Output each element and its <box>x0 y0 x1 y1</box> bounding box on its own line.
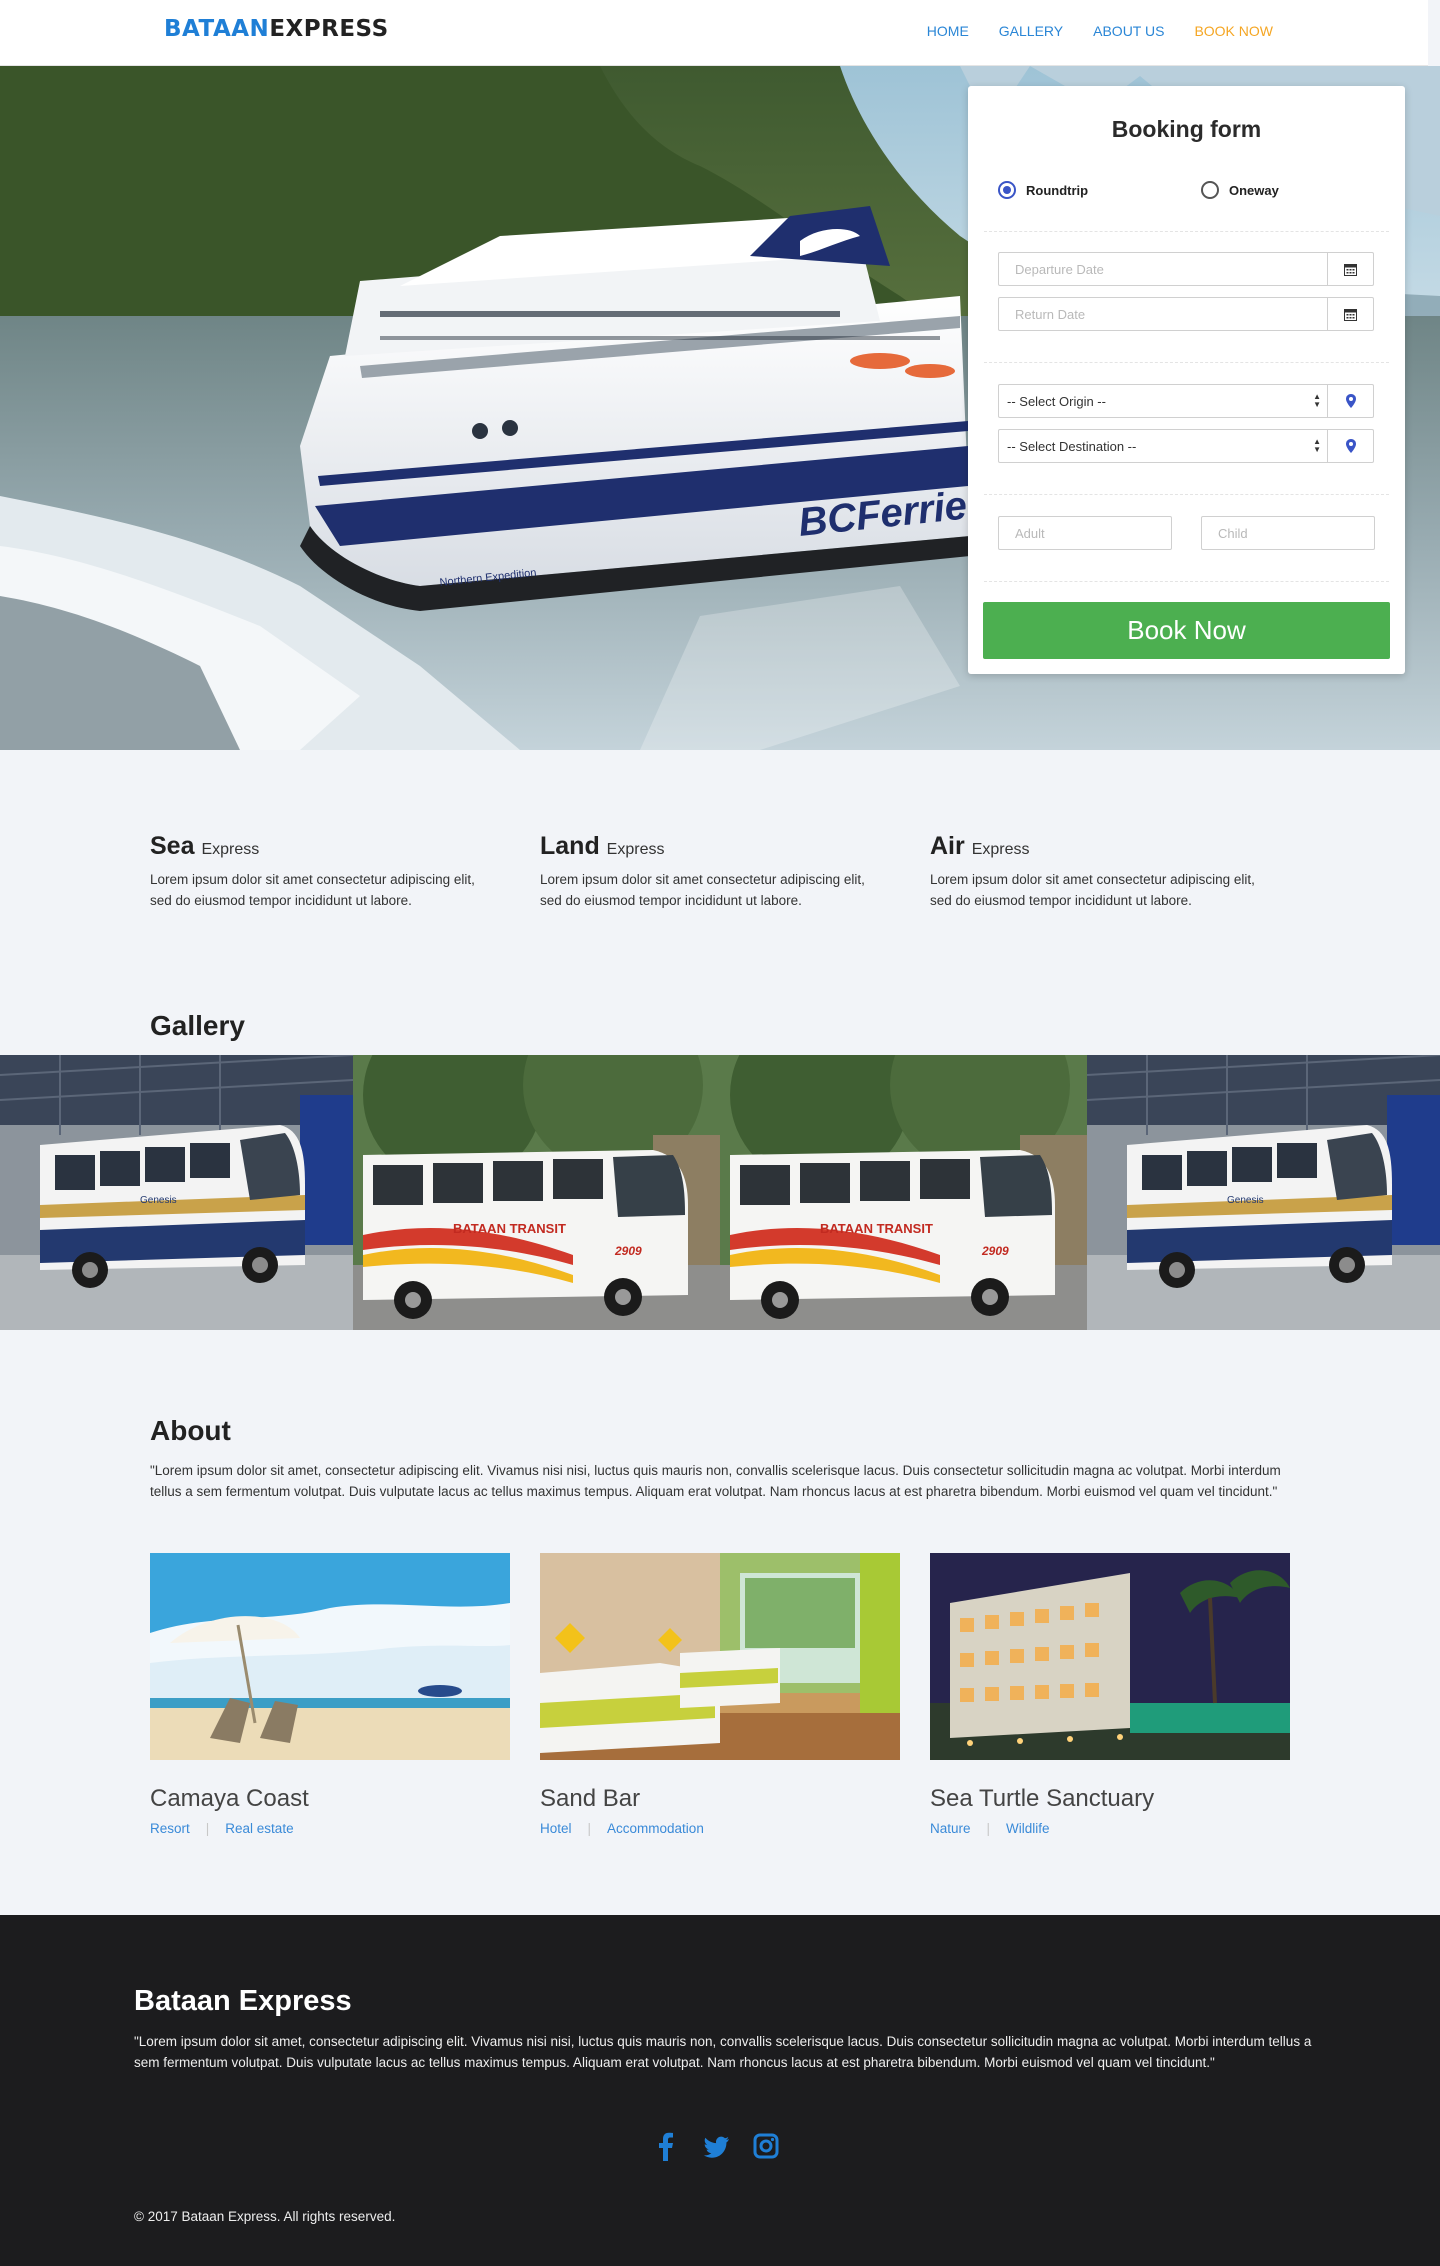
social-links <box>652 2131 780 2161</box>
radio-unchecked-icon <box>1201 181 1219 199</box>
site-footer: Bataan Express "Lorem ipsum dolor sit am… <box>0 1915 1440 2266</box>
land-express-block: Land Express Lorem ipsum dolor sit amet … <box>540 832 865 908</box>
gallery-image-white-bus[interactable]: BATAAN TRANSIT 2909 <box>353 1055 720 1330</box>
about-heading: About <box>150 1415 231 1446</box>
tag-link[interactable]: Nature <box>930 1821 971 1836</box>
destination-name[interactable]: Camaya Coast <box>150 1785 510 1813</box>
gallery-image-white-bus[interactable]: BATAAN TRANSIT 2909 <box>720 1055 1087 1330</box>
about-text: "Lorem ipsum dolor sit amet, consectetur… <box>150 1463 1281 1499</box>
origin-select[interactable]: -- Select Origin -- ▲ ▼ <box>998 384 1374 418</box>
select-arrows-icon: ▲ ▼ <box>1313 392 1321 409</box>
calendar-icon[interactable] <box>1327 253 1373 285</box>
nav-about-link[interactable]: ABOUT US <box>1093 23 1164 39</box>
destination-select[interactable]: -- Select Destination -- ▲ ▼ <box>998 429 1374 463</box>
tag-divider: | <box>587 1821 592 1836</box>
book-now-button[interactable]: Book Now <box>983 602 1390 659</box>
booking-form-title: Booking form <box>1111 116 1262 142</box>
destination-name[interactable]: Sand Bar <box>540 1785 900 1813</box>
main-menu: HOME GALLERY ABOUT US BOOK NOW <box>927 23 1273 39</box>
brand-logo[interactable]: BATAANEXPRESS <box>164 16 389 42</box>
tag-link[interactable]: Accommodation <box>607 1821 704 1836</box>
child-input[interactable]: Child <box>1201 516 1375 550</box>
destination-tags: Hotel | Accommodation <box>540 1821 900 1836</box>
map-marker-icon <box>1327 385 1373 417</box>
bus-transit-label: BATAAN TRANSIT <box>820 1221 933 1236</box>
nav-book-now-link[interactable]: BOOK NOW <box>1194 23 1273 39</box>
instagram-icon[interactable] <box>752 2131 780 2161</box>
select-arrows-icon: ▲ ▼ <box>1313 437 1321 454</box>
hotel-room-image[interactable] <box>540 1553 900 1760</box>
twitter-icon[interactable] <box>702 2131 730 2161</box>
destination-card-sea-turtle[interactable]: Sea Turtle Sanctuary Nature | Wildlife <box>930 1553 1290 1836</box>
top-navbar: BATAANEXPRESS HOME GALLERY ABOUT US BOOK… <box>0 0 1428 66</box>
nav-gallery-link[interactable]: GALLERY <box>999 23 1063 39</box>
facebook-icon[interactable] <box>652 2131 680 2161</box>
adult-input[interactable]: Adult <box>998 516 1172 550</box>
calendar-icon[interactable] <box>1327 298 1373 330</box>
sea-express-block: Sea Express Lorem ipsum dolor sit amet c… <box>150 832 475 908</box>
gallery-image-blue-bus[interactable]: Genesis <box>1087 1055 1440 1330</box>
copyright-text: © 2017 Bataan Express. All rights reserv… <box>134 2209 396 2224</box>
tag-link[interactable]: Resort <box>150 1821 190 1836</box>
destination-tags: Resort | Real estate <box>150 1821 510 1836</box>
tag-link[interactable]: Wildlife <box>1006 1821 1050 1836</box>
footer-title: Bataan Express <box>134 1985 352 2017</box>
form-divider <box>984 362 1389 363</box>
destination-card-sand-bar[interactable]: Sand Bar Hotel | Accommodation <box>540 1553 900 1836</box>
nav-home-link[interactable]: HOME <box>927 23 969 39</box>
destination-name[interactable]: Sea Turtle Sanctuary <box>930 1785 1290 1813</box>
bus-side-label: Genesis <box>1227 1195 1264 1206</box>
gallery-image-blue-bus[interactable]: Genesis <box>0 1055 353 1330</box>
roundtrip-radio[interactable]: Roundtrip <box>998 181 1088 199</box>
bus-number-label: 2909 <box>614 1244 642 1258</box>
tag-link[interactable]: Hotel <box>540 1821 572 1836</box>
footer-text: "Lorem ipsum dolor sit amet, consectetur… <box>134 2034 1312 2070</box>
beach-image[interactable] <box>150 1553 510 1760</box>
oneway-radio[interactable]: Oneway <box>1201 181 1279 199</box>
bus-side-label: Genesis <box>140 1195 177 1206</box>
tag-link[interactable]: Real estate <box>225 1821 293 1836</box>
destination-card-camaya[interactable]: Camaya Coast Resort | Real estate <box>150 1553 510 1836</box>
destination-tags: Nature | Wildlife <box>930 1821 1290 1836</box>
return-date-input[interactable]: Return Date <box>998 297 1374 331</box>
form-divider <box>984 494 1389 495</box>
form-divider <box>984 231 1389 232</box>
booking-form: Booking form Roundtrip Oneway Departure … <box>968 86 1405 674</box>
resort-night-image[interactable] <box>930 1553 1290 1760</box>
gallery-heading: Gallery <box>150 1010 245 1041</box>
radio-checked-icon <box>998 181 1016 199</box>
bus-transit-label: BATAAN TRANSIT <box>453 1221 566 1236</box>
form-divider <box>984 581 1389 582</box>
bus-number-label: 2909 <box>981 1244 1009 1258</box>
tag-divider: | <box>205 1821 210 1836</box>
tag-divider: | <box>986 1821 991 1836</box>
air-express-block: Air Express Lorem ipsum dolor sit amet c… <box>930 832 1255 908</box>
departure-date-input[interactable]: Departure Date <box>998 252 1374 286</box>
map-marker-icon <box>1327 430 1373 462</box>
